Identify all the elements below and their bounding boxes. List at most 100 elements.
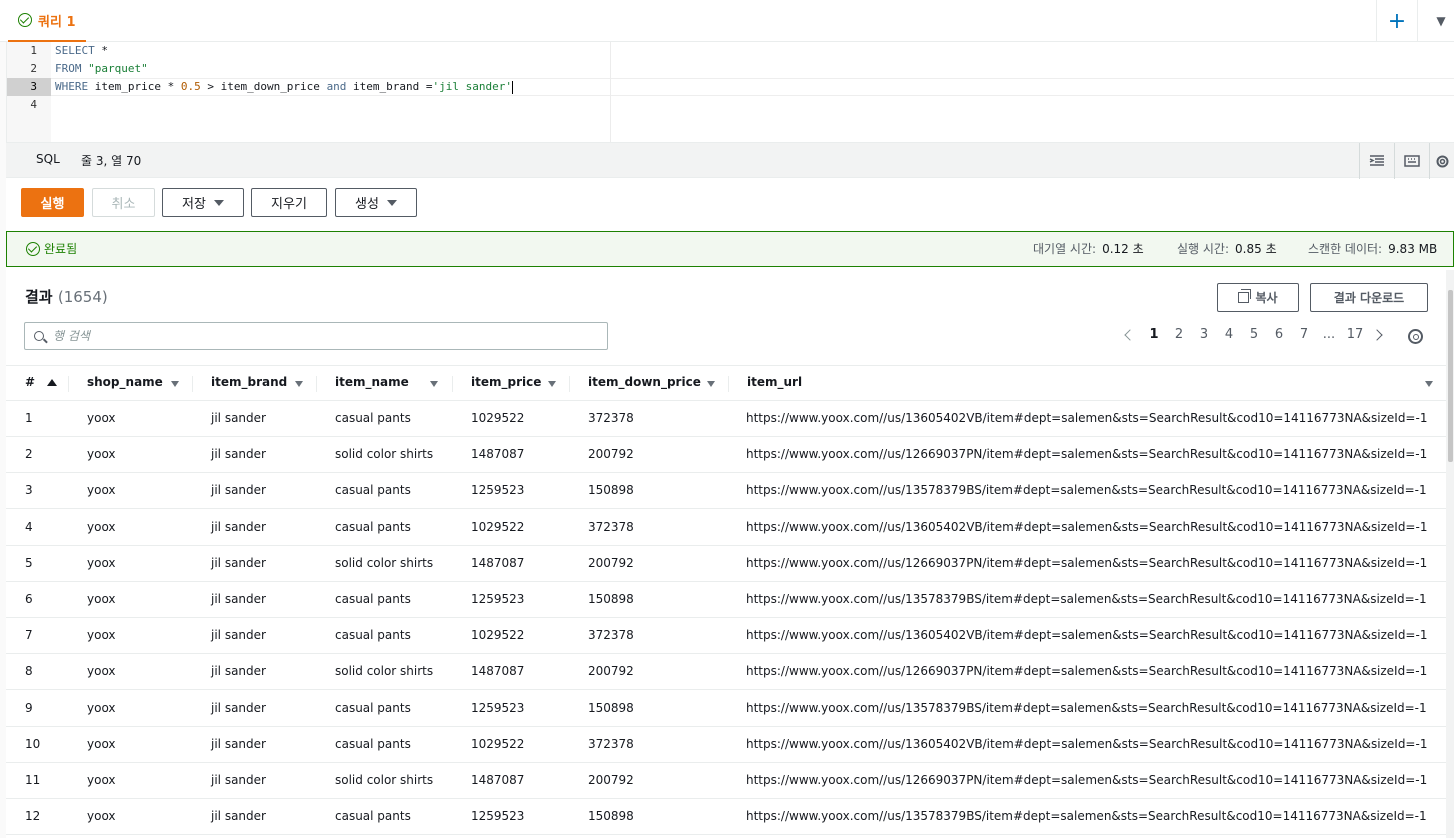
cell-item-url: https://www.yoox.com//us/13578379BS/item… [746, 700, 1427, 715]
column-header-index[interactable]: # [25, 375, 35, 389]
download-results-button[interactable]: 결과 다운로드 [1310, 283, 1428, 312]
cell-item-brand: jil sander [211, 483, 266, 498]
page-7[interactable]: 7 [1297, 327, 1311, 345]
cell-item-down-price: 372378 [588, 519, 634, 534]
cell-item-price: 1487087 [471, 555, 525, 570]
table-row[interactable]: 10 yoox jil sander casual pants 1029522 37237… [6, 727, 1446, 763]
keyboard-shortcuts-button[interactable] [1394, 143, 1429, 179]
cell-item-name: casual pants [335, 809, 411, 824]
results-heading: 결과 (1654) [25, 286, 108, 307]
table-row[interactable]: 8 yoox jil sander solid color shirts 1487087… [6, 654, 1446, 691]
row-search[interactable] [24, 322, 608, 350]
run-button[interactable]: 실행 [21, 188, 84, 217]
column-header-item-url[interactable]: item_url [747, 375, 802, 389]
cell-item-down-price: 372378 [588, 628, 634, 643]
add-tab-button[interactable]: + [1376, 0, 1418, 42]
table-row[interactable]: 11 yoox jil sander solid color shirts 148708… [6, 763, 1446, 799]
filter-caret-icon[interactable] [548, 381, 556, 387]
search-input[interactable] [53, 326, 593, 346]
column-header-item-name[interactable]: item_name [335, 375, 409, 389]
save-button[interactable]: 저장 [162, 188, 244, 217]
cell-item-url: https://www.yoox.com//us/13605402VB/item… [746, 411, 1428, 425]
keyword: and [326, 80, 347, 93]
table-row[interactable]: 9 yoox jil sander casual pants 1259523 150898… [6, 691, 1446, 727]
cell-item-price: 1259523 [471, 592, 525, 606]
page-1[interactable]: 1 [1147, 327, 1161, 345]
line-number: 1 [30, 44, 37, 57]
filter-caret-icon[interactable] [1425, 381, 1433, 387]
filter-caret-icon[interactable] [707, 381, 715, 387]
cell-index: 2 [25, 447, 33, 462]
code-line-2[interactable]: FROM "parquet" [55, 60, 148, 78]
cell-item-price: 1029522 [471, 736, 525, 751]
number-literal: 0.5 [180, 80, 201, 93]
sort-asc-icon[interactable] [47, 379, 57, 386]
column-divider [68, 376, 69, 392]
cancel-button[interactable]: 취소 [92, 188, 155, 217]
page-17[interactable]: 17 [1344, 327, 1366, 345]
cell-item-brand: jil sander [211, 447, 266, 462]
code-line-3[interactable]: WHERE item_price * 0.5 > item_down_price… [55, 78, 514, 96]
cell-item-down-price: 372378 [588, 411, 634, 425]
table-row[interactable]: 7 yoox jil sander casual pants 1029522 372378… [6, 618, 1446, 655]
data-scanned: 스캔한 데이터: 9.83 MB [1308, 240, 1437, 257]
code-text: > item_down_price [200, 80, 327, 93]
cell-item-name: solid color shirts [335, 555, 434, 570]
page-4[interactable]: 4 [1222, 327, 1236, 345]
create-label: 생성 [355, 197, 379, 212]
cell-item-down-price: 372378 [588, 736, 634, 751]
cell-index: 6 [25, 592, 33, 606]
scrollbar-thumb[interactable] [1448, 290, 1453, 462]
cell-item-down-price: 150898 [588, 483, 634, 498]
column-header-item-price[interactable]: item_price [471, 375, 541, 389]
results-title: 결과 [25, 288, 53, 306]
line-number-active: 3 [7, 78, 51, 96]
table-row[interactable]: 3 yoox jil sander casual pants 1259523 150898… [6, 473, 1446, 510]
cell-shop-name: yoox [87, 736, 116, 751]
keyword: SELECT [55, 44, 95, 57]
cell-item-name: casual pants [335, 736, 411, 751]
tab-query-1[interactable]: 쿼리 1 [8, 0, 86, 42]
column-divider [316, 376, 317, 392]
table-row[interactable]: 12 yoox jil sander casual pants 1259523 15089… [6, 799, 1446, 836]
string-literal: 'jil sander' [432, 80, 513, 93]
keyboard-icon [1404, 155, 1420, 167]
create-button[interactable]: 생성 [335, 188, 417, 217]
column-header-item-down-price[interactable]: item_down_price [588, 375, 701, 389]
chevron-left-icon[interactable] [1124, 329, 1136, 341]
filter-caret-icon[interactable] [295, 381, 303, 387]
text-cursor [512, 80, 514, 94]
table-row[interactable]: 1 yoox jil sander casual pants 1029522 372378… [6, 401, 1446, 437]
table-row[interactable]: 2 yoox jil sander solid color shirts 1487087… [6, 437, 1446, 474]
format-button[interactable] [1359, 143, 1394, 179]
page-5[interactable]: 5 [1247, 327, 1261, 345]
sql-editor[interactable]: 1 2 3 4 SELECT * FROM "parquet" WHERE it… [6, 42, 1454, 142]
page-6[interactable]: 6 [1272, 327, 1286, 345]
page-2[interactable]: 2 [1172, 327, 1186, 345]
cell-item-brand: jil sander [211, 555, 266, 570]
column-header-shop-name[interactable]: shop_name [87, 375, 163, 389]
tab-menu-button[interactable]: ▼ [1428, 0, 1454, 42]
settings-icon[interactable] [1408, 329, 1423, 344]
cell-shop-name: yoox [87, 592, 116, 606]
page-3[interactable]: 3 [1197, 327, 1211, 345]
cell-item-url: https://www.yoox.com//us/12669037PN/item… [746, 447, 1428, 462]
code-line-1[interactable]: SELECT * [55, 42, 108, 60]
chevron-down-icon [213, 199, 224, 206]
clear-button[interactable]: 지우기 [251, 188, 327, 217]
cell-item-url: https://www.yoox.com//us/12669037PN/item… [746, 664, 1428, 679]
cell-index: 4 [25, 519, 33, 534]
cell-item-price: 1259523 [471, 700, 525, 715]
cell-item-price: 1487087 [471, 664, 525, 679]
table-row[interactable]: 5 yoox jil sander solid color shirts 1487087… [6, 546, 1446, 582]
chevron-down-icon [386, 199, 397, 206]
column-header-item-brand[interactable]: item_brand [211, 375, 287, 389]
cell-shop-name: yoox [87, 447, 116, 462]
filter-caret-icon[interactable] [171, 381, 179, 387]
chevron-right-icon[interactable] [1371, 329, 1383, 341]
table-row[interactable]: 4 yoox jil sander casual pants 1029522 372378… [6, 510, 1446, 546]
table-row[interactable]: 6 yoox jil sander casual pants 1259523 150898… [6, 582, 1446, 618]
copy-button[interactable]: 복사 [1217, 283, 1299, 312]
filter-caret-icon[interactable] [430, 381, 438, 387]
editor-settings-button[interactable] [1429, 143, 1454, 179]
